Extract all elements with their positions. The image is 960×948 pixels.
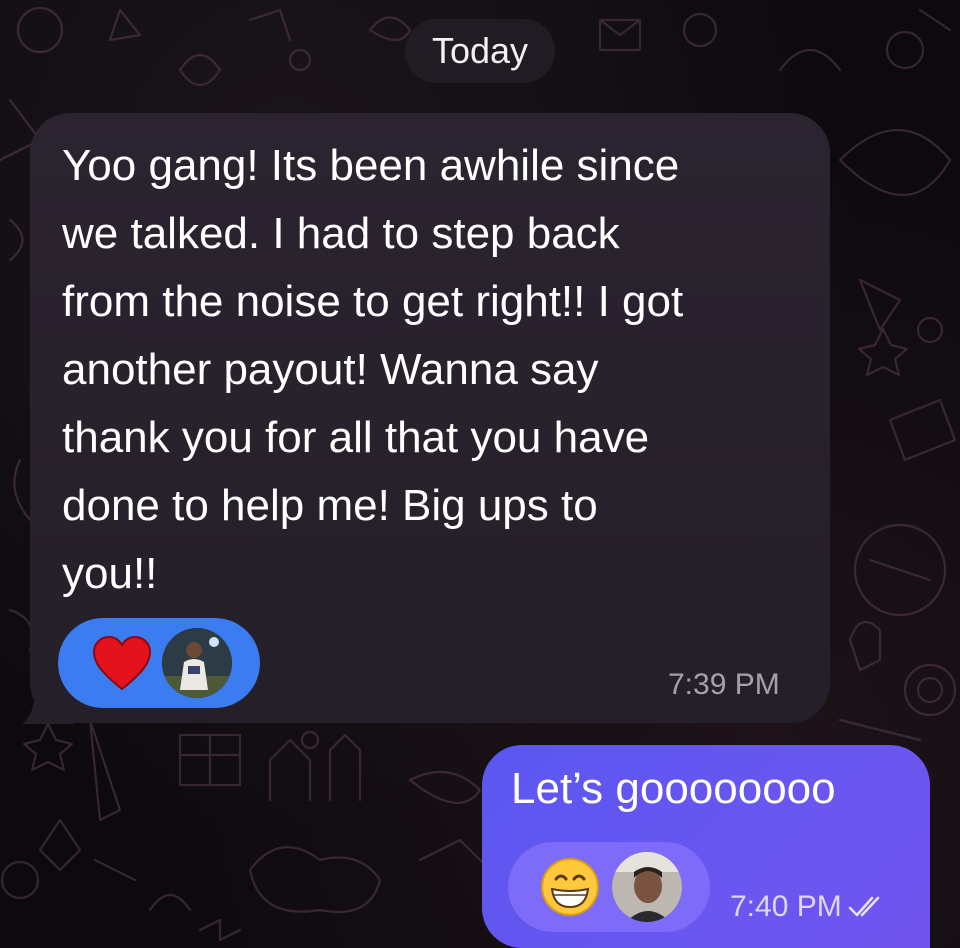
- reactor-avatar[interactable]: [162, 628, 232, 698]
- avatar-photo-icon: [162, 628, 232, 698]
- incoming-reactions[interactable]: [58, 618, 260, 708]
- outgoing-timestamp-row: 7:40 PM: [730, 890, 888, 924]
- outgoing-message-text: Let’s goooooooo: [511, 764, 836, 813]
- double-check-icon: [848, 896, 880, 917]
- red-heart-icon: [92, 635, 152, 691]
- incoming-message-text: Yoo gang! Its been awhile since we talke…: [62, 141, 684, 598]
- reactor-avatar[interactable]: [612, 852, 682, 922]
- incoming-timestamp: 7:39 PM: [668, 668, 780, 701]
- outgoing-reactions[interactable]: [508, 842, 710, 932]
- chat-screen: Today Yoo gang! Its been awhile since we…: [0, 0, 960, 948]
- avatar-photo-icon: [612, 852, 682, 922]
- date-separator: Today: [405, 19, 555, 83]
- grinning-face-icon: [541, 858, 599, 916]
- outgoing-timestamp: 7:40 PM: [730, 890, 842, 923]
